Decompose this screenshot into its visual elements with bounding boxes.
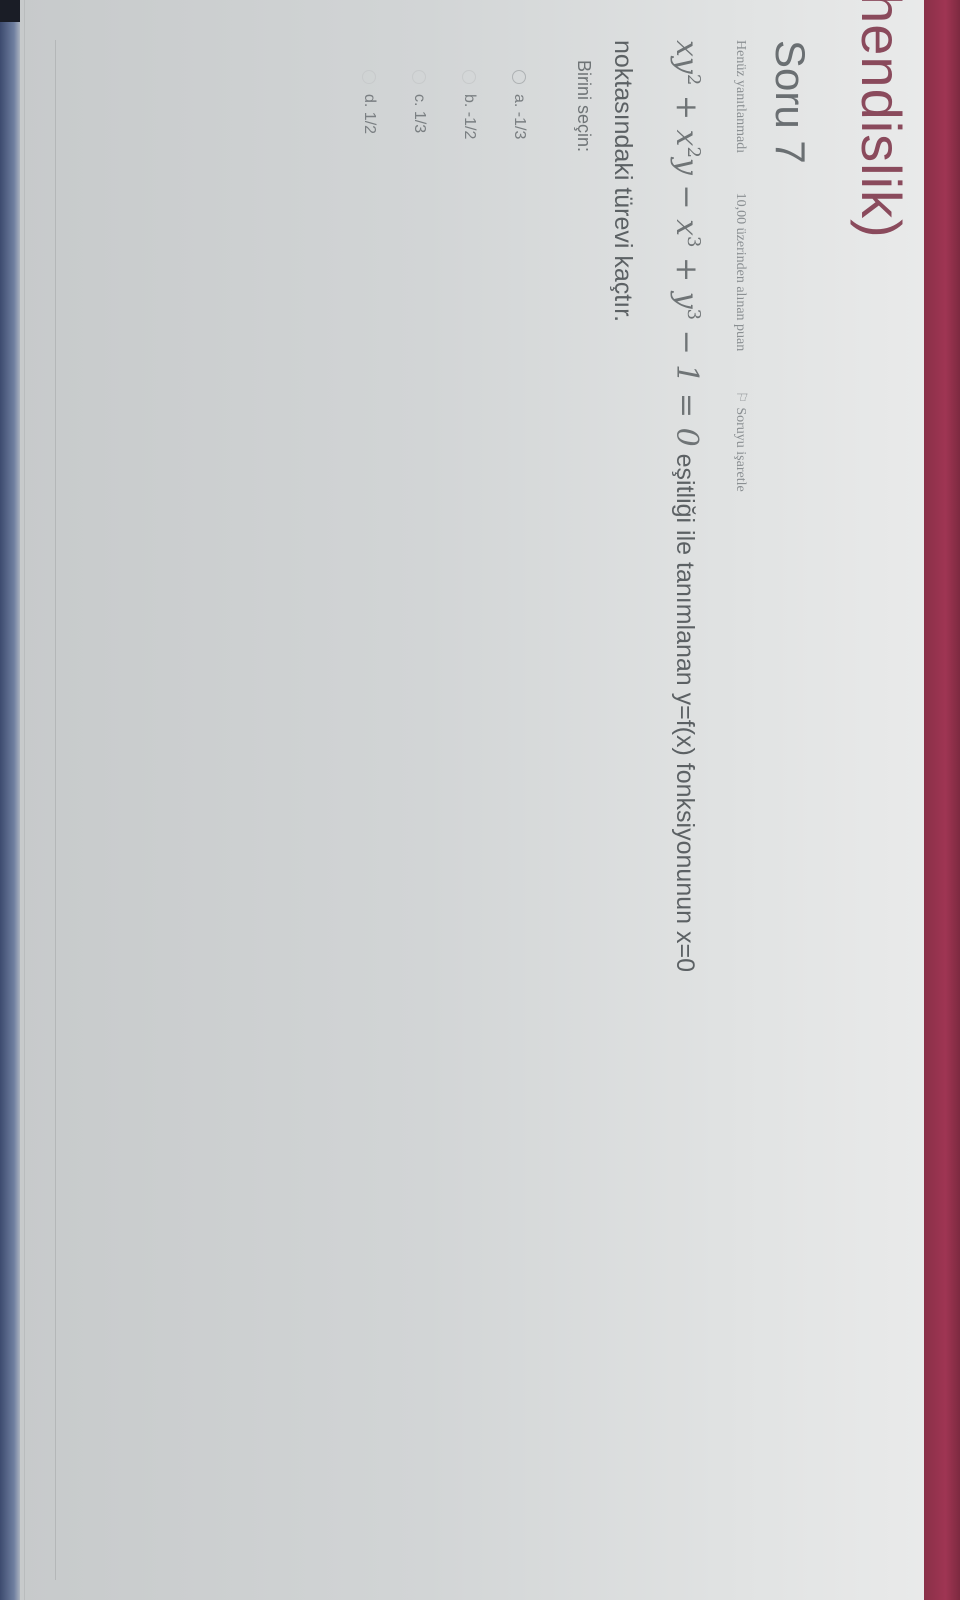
radio-c[interactable]	[412, 70, 426, 84]
option-c-label: c. 1/3	[411, 94, 428, 134]
flag-icon: ⚐	[733, 390, 748, 404]
option-d-label: d. 1/2	[361, 94, 378, 135]
answer-options: a. -1/3 b. -1/2 c. 1/3 d. 1/2	[344, 70, 544, 139]
top-navbar-strip	[924, 0, 960, 1600]
option-b-label: b. -1/2	[461, 94, 478, 140]
flag-question-label: Soruyu işaretle	[733, 407, 748, 492]
photo-left-corner	[0, 0, 20, 22]
question-text-line2: noktasındaki türevi kaçtır.	[609, 40, 637, 323]
question-points: 10,00 üzerinden alınan puan	[733, 192, 748, 352]
question-status: Henüz yanıtlanmadı	[733, 40, 748, 154]
question-text-line1: eşitliği ile tanımlanan y=f(x) fonksiyon…	[671, 453, 699, 972]
radio-a[interactable]	[512, 70, 526, 84]
quiz-page: uhendislik) Soru 7 Henüz yanıtlanmadı 10…	[24, 0, 924, 1580]
question-title: Soru 7	[767, 40, 814, 164]
question-text: xy2 + x2y − x3 + y3 − 1 = 0 eşitliği ile…	[592, 40, 724, 1520]
question-meta: Henüz yanıtlanmadı 10,00 üzerinden alına…	[732, 40, 749, 564]
quiz-screen: uhendislik) Soru 7 Henüz yanıtlanmadı 10…	[20, 0, 924, 1600]
option-a-label: a. -1/3	[511, 94, 528, 140]
radio-d[interactable]	[362, 70, 376, 84]
question-formula: xy2 + x2y − x3 + y3 − 1 = 0	[669, 40, 704, 447]
photo-left-edge	[0, 0, 20, 1600]
radio-b[interactable]	[462, 70, 476, 84]
content-bottom-border	[55, 40, 56, 1580]
option-a[interactable]: a. -1/3	[494, 70, 544, 139]
option-b[interactable]: b. -1/2	[444, 70, 494, 139]
option-c[interactable]: c. 1/3	[394, 70, 444, 139]
course-title: uhendislik)	[850, 0, 913, 239]
select-label: Birini seçin:	[574, 60, 594, 153]
option-d[interactable]: d. 1/2	[344, 70, 394, 139]
flag-question-link[interactable]: ⚐ Soruyu işaretle	[733, 391, 748, 528]
